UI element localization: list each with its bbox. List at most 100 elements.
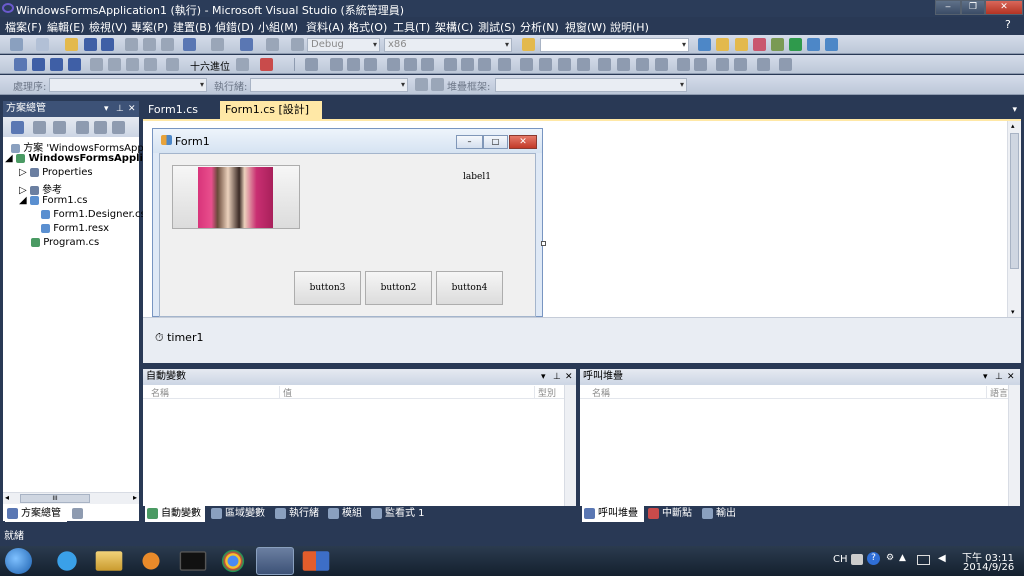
continue-icon[interactable] <box>14 58 27 71</box>
center-vertically-icon[interactable] <box>694 58 707 71</box>
scroll-left-icon[interactable]: ◂ <box>5 493 9 502</box>
column-type[interactable]: 型別 <box>534 386 556 399</box>
solution-configuration-select[interactable]: Debug ▾ <box>307 38 380 52</box>
tab-solution-explorer[interactable]: 方案總管 <box>5 506 67 522</box>
find-combo[interactable]: ▾ <box>540 38 689 52</box>
increase-vertical-spacing-icon[interactable] <box>617 58 630 71</box>
panel-menu-icon[interactable]: ▾ <box>541 369 546 385</box>
menu-test[interactable]: 測試(S) <box>478 19 516 35</box>
restore-button[interactable]: ❐ <box>961 0 985 15</box>
start-page-icon[interactable] <box>789 38 802 51</box>
undo-icon[interactable] <box>183 38 196 51</box>
properties-icon[interactable] <box>716 38 729 51</box>
make-same-width-icon[interactable] <box>444 58 457 71</box>
vertical-scrollbar[interactable] <box>1008 385 1020 506</box>
process-select[interactable]: ▾ <box>49 78 207 92</box>
ime-options-icon[interactable]: ⚙ <box>886 553 894 563</box>
remove-horizontal-spacing-icon[interactable] <box>577 58 590 71</box>
scroll-down-icon[interactable]: ▾ <box>1011 308 1015 316</box>
input-language-indicator[interactable]: CH <box>833 554 848 565</box>
show-next-statement-icon[interactable] <box>90 58 103 71</box>
navigate-back-icon[interactable] <box>240 38 253 51</box>
decrease-vertical-spacing-icon[interactable] <box>636 58 649 71</box>
filter-icon[interactable] <box>415 78 428 91</box>
pin-icon[interactable]: ⊥ <box>995 369 1003 385</box>
tab-class-view[interactable]: 類別檢視 <box>70 506 132 522</box>
step-out-icon[interactable] <box>144 58 157 71</box>
bring-to-front-icon[interactable] <box>716 58 729 71</box>
hexadecimal-button[interactable]: 十六進位 <box>190 58 230 73</box>
column-language[interactable]: 語言 <box>986 386 1008 399</box>
align-centers-icon[interactable] <box>347 58 360 71</box>
flag-thread-icon[interactable] <box>431 78 444 91</box>
menu-analyze[interactable]: 分析(N) <box>520 19 559 35</box>
tree-item-program[interactable]: Program.cs <box>31 237 99 248</box>
stop-debugging-icon[interactable] <box>50 58 63 71</box>
start-button-icon[interactable] <box>5 548 32 574</box>
column-name[interactable]: 名稱 <box>592 386 610 399</box>
properties-icon[interactable] <box>11 121 24 134</box>
resize-handle[interactable] <box>541 241 546 246</box>
visual-studio-taskbar-icon[interactable] <box>256 547 294 575</box>
minimize-button[interactable]: ‒ <box>935 0 961 15</box>
thread-select[interactable]: ▾ <box>250 78 408 92</box>
class-diagram-icon[interactable] <box>112 121 125 134</box>
panel-menu-icon[interactable]: ▾ <box>983 369 988 385</box>
send-to-back-icon[interactable] <box>734 58 747 71</box>
menu-architecture[interactable]: 架構(C) <box>435 19 473 35</box>
winforms-app-icon[interactable] <box>302 551 330 571</box>
command-window-icon[interactable] <box>825 38 838 51</box>
tree-item-references[interactable]: ▷ 參考 <box>19 181 62 196</box>
step-over-icon[interactable] <box>126 58 139 71</box>
column-value[interactable]: 值 <box>279 386 292 399</box>
tree-item-project[interactable]: ◢ WindowsFormsApplica <box>5 153 156 164</box>
menu-window[interactable]: 視窗(W) <box>565 19 606 35</box>
align-lefts-icon[interactable] <box>330 58 343 71</box>
refresh-icon[interactable] <box>53 121 66 134</box>
form-maximize-icon[interactable]: □ <box>483 135 508 149</box>
stackframe-select[interactable]: ▾ <box>495 78 687 92</box>
form-minimize-icon[interactable]: – <box>456 135 483 149</box>
close-icon[interactable]: ✕ <box>128 101 136 117</box>
paste-icon[interactable] <box>161 38 174 51</box>
remove-vertical-spacing-icon[interactable] <box>655 58 668 71</box>
align-to-grid-icon[interactable] <box>305 58 318 71</box>
view-code-icon[interactable] <box>76 121 89 134</box>
vertical-spacing-icon[interactable] <box>598 58 611 71</box>
button4[interactable]: button4 <box>436 271 503 305</box>
volume-icon[interactable]: ◀ <box>938 553 946 564</box>
chrome-icon[interactable] <box>214 547 252 575</box>
menu-tools[interactable]: 工具(T) <box>393 19 430 35</box>
scrollbar-thumb[interactable] <box>1010 133 1019 269</box>
make-same-height-icon[interactable] <box>461 58 474 71</box>
navigate-forward-icon[interactable] <box>266 38 279 51</box>
menu-team[interactable]: 小組(M) <box>258 19 298 35</box>
button2[interactable]: button2 <box>365 271 432 305</box>
menu-help[interactable]: 說明(H) <box>610 19 649 35</box>
add-item-icon[interactable] <box>36 38 49 51</box>
align-rights-icon[interactable] <box>364 58 377 71</box>
tab-form1-designer[interactable]: Form1.cs [設計] 🔒 ✕ <box>220 101 322 134</box>
breakpoint-icon[interactable] <box>236 58 249 71</box>
new-project-icon[interactable] <box>10 38 23 51</box>
output-window-icon[interactable] <box>260 58 273 71</box>
menu-view[interactable]: 檢視(V) <box>89 19 127 35</box>
tab-watch1[interactable]: 監看式 1 <box>369 506 429 522</box>
menu-project[interactable]: 專案(P) <box>131 19 168 35</box>
tree-item-form1-resx[interactable]: Form1.resx <box>41 223 109 234</box>
scroll-up-icon[interactable]: ▴ <box>1011 122 1015 130</box>
pin-icon[interactable]: ⊥ <box>116 101 124 117</box>
menu-edit[interactable]: 編輯(E) <box>47 19 85 35</box>
tab-locals[interactable]: 區域變數 <box>209 506 273 522</box>
picture-button[interactable] <box>172 165 300 229</box>
tab-order-icon[interactable] <box>757 58 770 71</box>
step-into-icon[interactable] <box>108 58 121 71</box>
tab-breakpoints[interactable]: 中斷點 <box>646 506 696 522</box>
start-debugging-icon[interactable] <box>291 38 304 51</box>
break-all-icon[interactable] <box>32 58 45 71</box>
button3[interactable]: button3 <box>294 271 361 305</box>
tab-call-stack[interactable]: 呼叫堆疊 <box>582 506 644 522</box>
tree-item-properties[interactable]: ▷ Properties <box>19 167 93 178</box>
tree-item-solution[interactable]: 方案 'WindowsFormsAppli <box>11 139 149 154</box>
horizontal-scrollbar[interactable]: ◂ III ▸ <box>3 492 139 504</box>
